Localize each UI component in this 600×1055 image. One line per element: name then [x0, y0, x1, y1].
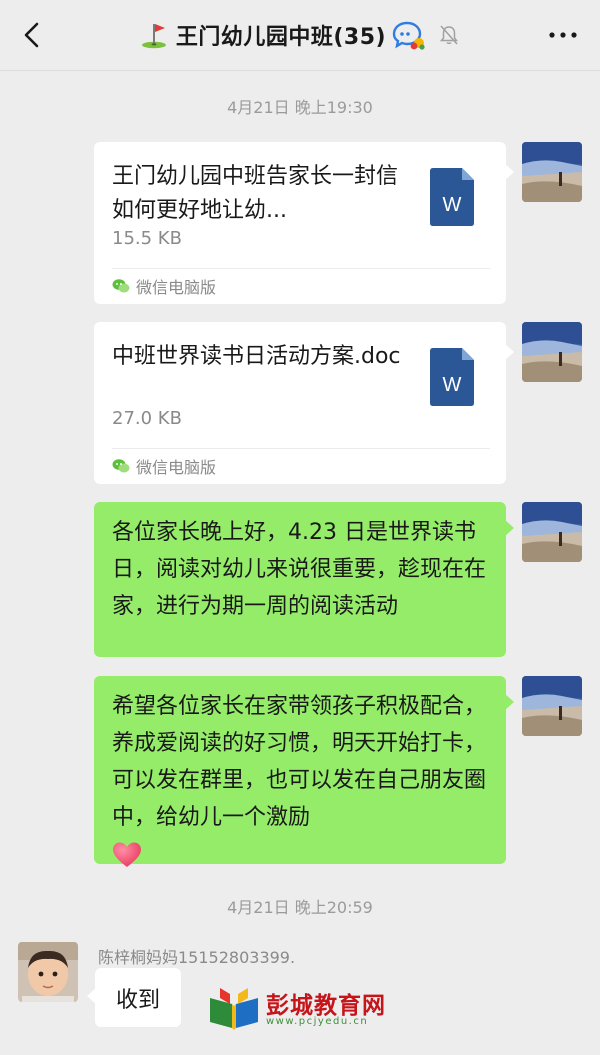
divider	[112, 268, 490, 269]
bubble-tail	[505, 520, 514, 536]
bubble-tail	[505, 344, 514, 360]
file-size: 15.5 KB	[112, 228, 182, 249]
source-label: 微信电脑版	[136, 278, 217, 297]
bubble-tail	[505, 164, 514, 180]
golf-flag-icon	[141, 24, 166, 49]
word-document-icon: W	[430, 168, 474, 226]
avatar[interactable]	[18, 942, 78, 1002]
incoming-text-message[interactable]: 收到	[87, 968, 181, 1027]
chat-title: 王门幼儿园中班(35)	[175, 25, 387, 50]
source-label: 微信电脑版	[136, 458, 217, 477]
divider	[112, 448, 490, 449]
more-icon[interactable]	[548, 26, 578, 44]
file-source: 微信电脑版	[112, 454, 216, 478]
avatar-image	[522, 676, 582, 736]
text-message[interactable]: 各位家长晚上好，4.23 日是世界读书日，阅读对幼儿来说很重要，趁现在在家，进行…	[94, 502, 514, 657]
avatar-image	[522, 322, 582, 382]
file-size: 27.0 KB	[112, 408, 182, 429]
chat-header: 王门幼儿园中班(35)	[0, 0, 600, 71]
avatar[interactable]	[522, 502, 582, 562]
avatar[interactable]	[522, 676, 582, 736]
text-message[interactable]: 希望各位家长在家带领孩子积极配合，养成爱阅读的好习惯，明天开始打卡，可以发在群里…	[94, 676, 514, 867]
book-logo-icon	[210, 988, 258, 1030]
file-message[interactable]: 中班世界读书日活动方案.doc 27.0 KB W 微信电脑版	[94, 322, 514, 484]
file-name: 中班世界读书日活动方案.doc	[112, 344, 401, 369]
avatar-image	[522, 142, 582, 202]
avatar-image	[18, 942, 78, 1002]
bubble-tail	[87, 988, 96, 1004]
mute-bell-icon	[440, 25, 459, 45]
back-icon[interactable]	[20, 22, 46, 48]
watermark-name: 彭城教育网	[266, 993, 386, 1019]
message-text: 各位家长晚上好，4.23 日是世界读书日，阅读对幼儿来说很重要，趁现在在家，进行…	[112, 520, 487, 619]
avatar-image	[522, 502, 582, 562]
svg-text:W: W	[443, 194, 462, 216]
timestamp: 4月21日 晚上20:59	[227, 898, 373, 917]
watermark: 彭城教育网 www.pcjyedu.cn	[206, 984, 392, 1030]
avatar[interactable]	[522, 142, 582, 202]
wechat-icon	[112, 459, 130, 473]
wechat-icon	[112, 279, 130, 293]
chat-badge-icon	[392, 21, 425, 50]
message-text: 希望各位家长在家带领孩子积极配合，养成爱阅读的好习惯，明天开始打卡，可以发在群里…	[112, 694, 487, 830]
bubble-tail	[505, 694, 514, 710]
svg-text:W: W	[443, 374, 462, 396]
file-message[interactable]: 王门幼儿园中班告家长一封信如何更好地让幼... 15.5 KB W 微信电脑版	[94, 142, 514, 304]
message-text: 收到	[115, 987, 160, 1013]
file-source: 微信电脑版	[112, 274, 216, 298]
word-document-icon: W	[430, 348, 474, 406]
sender-name: 陈梓桐妈妈15152803399.	[98, 948, 296, 967]
avatar[interactable]	[522, 322, 582, 382]
timestamp: 4月21日 晚上19:30	[227, 98, 373, 117]
heart-emoji-icon	[113, 842, 141, 867]
watermark-url: www.pcjyedu.cn	[266, 1016, 369, 1027]
file-name: 王门幼儿园中班告家长一封信如何更好地让幼...	[112, 164, 399, 223]
title-area: 王门幼儿园中班(35)	[0, 0, 600, 70]
